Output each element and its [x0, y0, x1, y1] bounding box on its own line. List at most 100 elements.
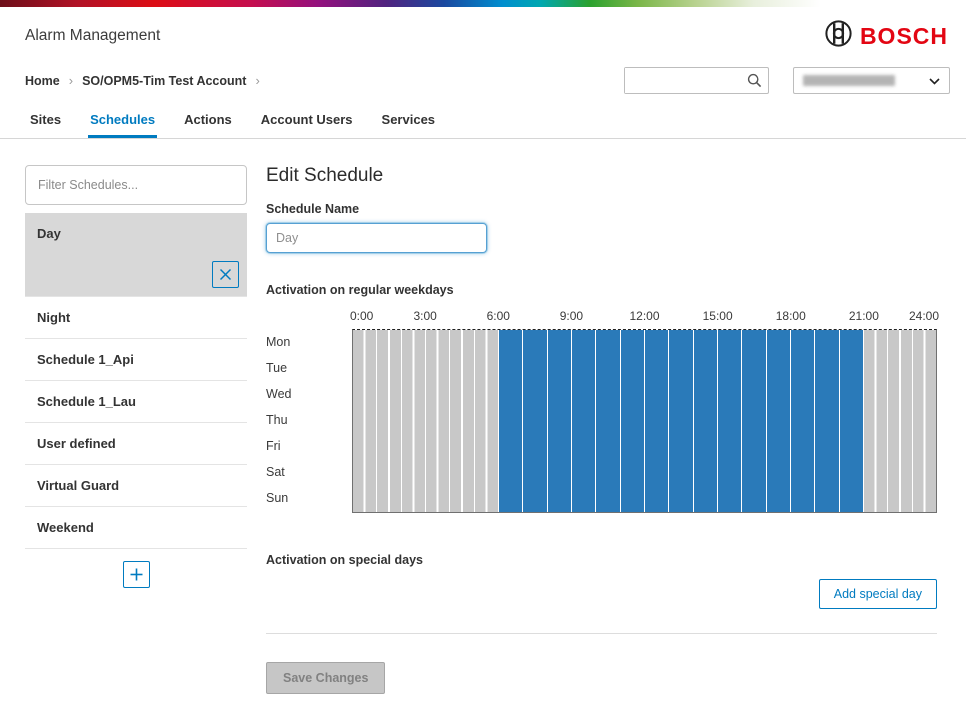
filter-schedules-input[interactable] — [25, 165, 247, 205]
grid-cell[interactable] — [864, 382, 888, 408]
grid-cell[interactable] — [718, 486, 742, 512]
grid-cell[interactable] — [523, 460, 547, 486]
grid-cell[interactable] — [767, 382, 791, 408]
grid-cell[interactable] — [669, 408, 693, 434]
grid-cell[interactable] — [864, 460, 888, 486]
grid-cell[interactable] — [645, 382, 669, 408]
grid-cell[interactable] — [426, 356, 450, 382]
grid-cell[interactable] — [450, 356, 474, 382]
grid-cell[interactable] — [767, 486, 791, 512]
grid-cell[interactable] — [475, 460, 499, 486]
grid-cell[interactable] — [621, 382, 645, 408]
grid-cell[interactable] — [523, 356, 547, 382]
breadcrumb-home[interactable]: Home — [25, 74, 60, 88]
grid-cell[interactable] — [572, 408, 596, 434]
tab-schedules[interactable]: Schedules — [88, 102, 157, 138]
grid-cell[interactable] — [450, 408, 474, 434]
grid-cell[interactable] — [791, 382, 815, 408]
grid-cell[interactable] — [913, 434, 936, 460]
grid-cell[interactable] — [669, 434, 693, 460]
sidebar-item-night[interactable]: Night — [25, 297, 247, 339]
add-special-day-button[interactable]: Add special day — [819, 579, 937, 609]
grid-cell[interactable] — [475, 382, 499, 408]
grid-cell[interactable] — [402, 460, 426, 486]
grid-cell[interactable] — [840, 486, 864, 512]
grid-cell[interactable] — [426, 330, 450, 356]
grid-cell[interactable] — [621, 434, 645, 460]
grid-cell[interactable] — [377, 408, 401, 434]
grid-cell[interactable] — [475, 408, 499, 434]
grid-cell[interactable] — [888, 408, 912, 434]
grid-cell[interactable] — [402, 330, 426, 356]
grid-cell[interactable] — [767, 460, 791, 486]
grid-cell[interactable] — [402, 486, 426, 512]
grid-cell[interactable] — [548, 382, 572, 408]
grid-cell[interactable] — [742, 330, 766, 356]
grid-cell[interactable] — [742, 486, 766, 512]
grid-cell[interactable] — [669, 382, 693, 408]
grid-cell[interactable] — [888, 434, 912, 460]
grid-cell[interactable] — [548, 330, 572, 356]
grid-cell[interactable] — [742, 460, 766, 486]
grid-cell[interactable] — [864, 330, 888, 356]
grid-cell[interactable] — [694, 486, 718, 512]
grid-cell[interactable] — [450, 382, 474, 408]
grid-cell[interactable] — [669, 486, 693, 512]
grid-cell[interactable] — [499, 330, 523, 356]
grid-cell[interactable] — [742, 434, 766, 460]
grid-cell[interactable] — [718, 408, 742, 434]
grid-cell[interactable] — [426, 408, 450, 434]
sidebar-item-schedule-1-lau[interactable]: Schedule 1_Lau — [25, 381, 247, 423]
grid-cell[interactable] — [888, 356, 912, 382]
grid-cell[interactable] — [864, 408, 888, 434]
grid-cell[interactable] — [840, 460, 864, 486]
grid-cell[interactable] — [572, 460, 596, 486]
grid-cell[interactable] — [353, 460, 377, 486]
grid-cell[interactable] — [913, 330, 936, 356]
grid-cell[interactable] — [840, 330, 864, 356]
grid-cell[interactable] — [718, 382, 742, 408]
grid-cell[interactable] — [377, 460, 401, 486]
grid-cell[interactable] — [499, 356, 523, 382]
grid-cell[interactable] — [450, 434, 474, 460]
grid-cell[interactable] — [402, 408, 426, 434]
grid-cell[interactable] — [815, 486, 839, 512]
grid-cell[interactable] — [694, 382, 718, 408]
grid-cell[interactable] — [426, 382, 450, 408]
grid-cell[interactable] — [742, 382, 766, 408]
grid-cell[interactable] — [718, 460, 742, 486]
grid-cell[interactable] — [694, 330, 718, 356]
grid-cell[interactable] — [669, 460, 693, 486]
grid-cell[interactable] — [353, 486, 377, 512]
grid-cell[interactable] — [499, 434, 523, 460]
grid-cell[interactable] — [572, 382, 596, 408]
search-input[interactable] — [625, 68, 743, 93]
grid-cell[interactable] — [596, 434, 620, 460]
grid-cell[interactable] — [353, 356, 377, 382]
grid-cell[interactable] — [377, 382, 401, 408]
grid-cell[interactable] — [621, 408, 645, 434]
grid-cell[interactable] — [840, 408, 864, 434]
grid-cell[interactable] — [913, 408, 936, 434]
grid-cell[interactable] — [669, 330, 693, 356]
grid-cell[interactable] — [596, 330, 620, 356]
grid-cell[interactable] — [402, 356, 426, 382]
grid-cell[interactable] — [840, 434, 864, 460]
grid-cell[interactable] — [499, 486, 523, 512]
tab-account-users[interactable]: Account Users — [259, 102, 355, 138]
grid-cell[interactable] — [499, 408, 523, 434]
sidebar-item-schedule-1-api[interactable]: Schedule 1_Api — [25, 339, 247, 381]
tab-actions[interactable]: Actions — [182, 102, 234, 138]
grid-cell[interactable] — [377, 486, 401, 512]
grid-cell[interactable] — [645, 330, 669, 356]
grid-cell[interactable] — [475, 356, 499, 382]
delete-schedule-button[interactable] — [212, 261, 239, 288]
grid-cell[interactable] — [596, 408, 620, 434]
grid-cell[interactable] — [353, 434, 377, 460]
grid-cell[interactable] — [840, 382, 864, 408]
grid-cell[interactable] — [596, 460, 620, 486]
grid-cell[interactable] — [913, 356, 936, 382]
grid-cell[interactable] — [742, 408, 766, 434]
grid-cell[interactable] — [475, 330, 499, 356]
tab-services[interactable]: Services — [380, 102, 438, 138]
